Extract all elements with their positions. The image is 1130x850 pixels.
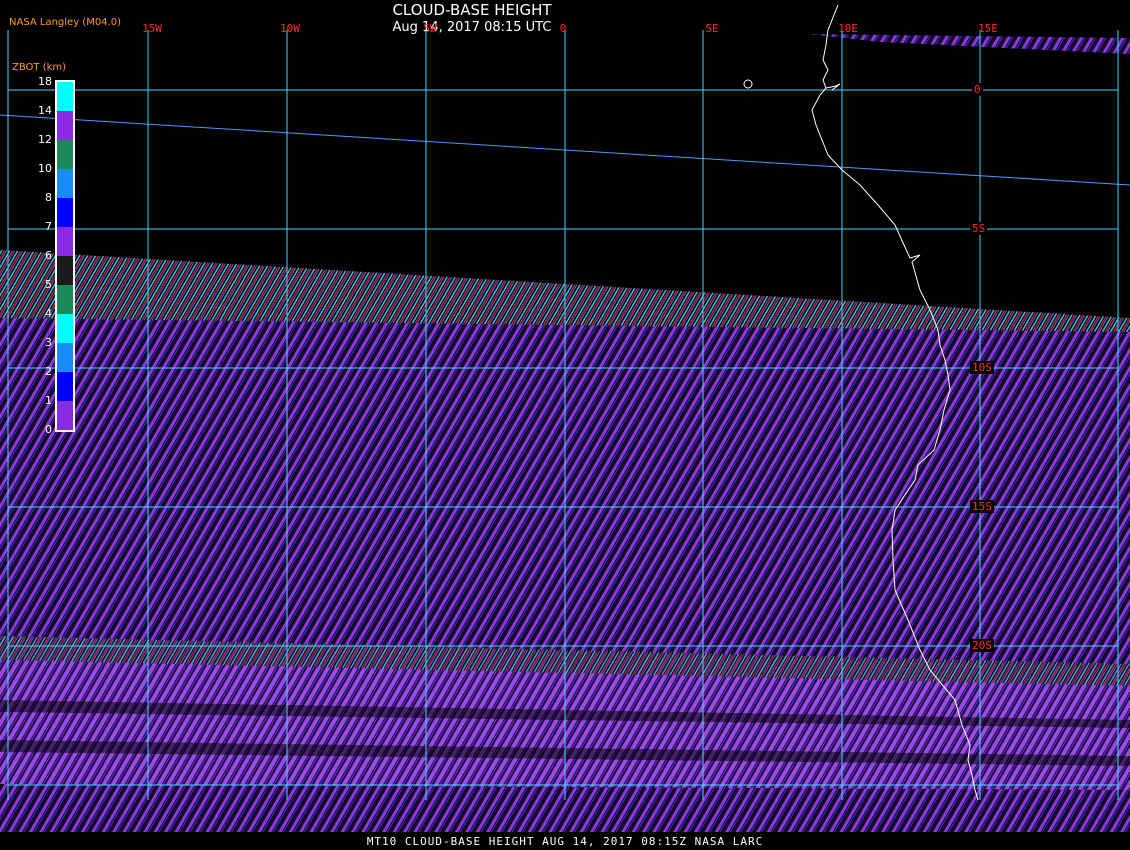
map-viewer: NASA Langley (M04.0) CLOUD-BASE HEIGHT A… xyxy=(0,0,1130,850)
colorbar-tick-label: 1 xyxy=(45,394,52,407)
map-subtitle: Aug 14, 2017 08:15 UTC xyxy=(392,20,552,35)
colorbar-swatch xyxy=(57,82,73,111)
colorbar-units: ZBOT (km) xyxy=(12,62,67,73)
map-title: CLOUD-BASE HEIGHT xyxy=(392,1,552,19)
colorbar-tick-label: 5 xyxy=(45,278,52,291)
lon-label: 0 xyxy=(559,22,567,35)
colorbar-tick-label: 14 xyxy=(38,104,52,117)
colorbar-swatch xyxy=(57,314,73,343)
colorbar-tick-label: 8 xyxy=(45,191,52,204)
colorbar-tick-label: 6 xyxy=(45,249,52,262)
lon-label: 10E xyxy=(838,22,858,35)
lat-label: 15S xyxy=(970,500,994,513)
lon-label: 5W xyxy=(423,22,437,35)
cloud-swath-north-strip xyxy=(808,34,1130,54)
island xyxy=(743,79,753,89)
colorbar-tick-label: 2 xyxy=(45,365,52,378)
lon-label: 5E xyxy=(705,22,719,35)
colorbar-swatch xyxy=(57,401,73,430)
coastline-bay xyxy=(825,83,841,91)
source-label: NASA Langley (M04.0) xyxy=(9,17,121,28)
colorbar-tick-label: 0 xyxy=(45,423,52,436)
satellite-map xyxy=(0,4,1130,832)
colorbar-tick-label: 4 xyxy=(45,307,52,320)
lat-label: 20S xyxy=(970,639,994,652)
colorbar-swatch xyxy=(57,140,73,169)
colorbar-swatch xyxy=(57,256,73,285)
lon-label: 10W xyxy=(280,22,300,35)
colorbar-swatch xyxy=(57,111,73,140)
colorbar-tick-label: 12 xyxy=(38,133,52,146)
lon-label: 15W xyxy=(142,22,162,35)
colorbar-swatch xyxy=(57,169,73,198)
colorbar-swatch xyxy=(57,198,73,227)
colorbar-tick-label: 3 xyxy=(45,336,52,349)
footer-caption: MT10 CLOUD-BASE HEIGHT AUG 14, 2017 08:1… xyxy=(366,835,764,848)
colorbar-swatch xyxy=(57,227,73,256)
lon-label: 15E xyxy=(978,22,998,35)
colorbar xyxy=(55,80,75,432)
colorbar-swatch xyxy=(57,343,73,372)
colorbar-tick-label: 18 xyxy=(38,75,52,88)
colorbar-swatch xyxy=(57,285,73,314)
colorbar-tick-label: 7 xyxy=(45,220,52,233)
lat-label: 5S xyxy=(970,222,988,235)
colorbar-tick-label: 10 xyxy=(38,162,52,175)
lat-label: 10S xyxy=(970,361,994,374)
lat-label: 0 xyxy=(972,83,983,96)
colorbar-swatch xyxy=(57,372,73,401)
